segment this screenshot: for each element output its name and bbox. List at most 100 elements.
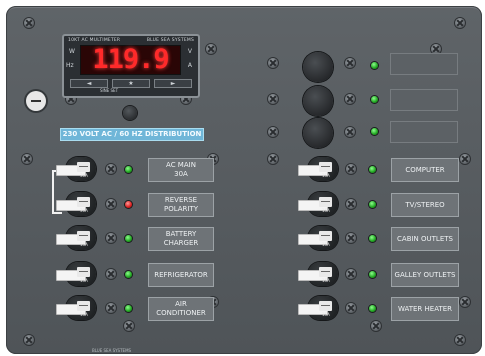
status-led: [125, 305, 132, 312]
circuit-label: AC MAIN 30A: [148, 158, 214, 182]
rotary-knob[interactable]: [303, 52, 333, 82]
circuit-label: TV/STEREO: [391, 193, 459, 217]
status-led: [125, 166, 132, 173]
meter-unit-w: W: [69, 48, 75, 55]
circuit-label: AIR CONDITIONER: [148, 297, 214, 321]
status-led: [125, 235, 132, 242]
circuit-breaker[interactable]: 15A: [298, 192, 348, 216]
panel-screw-icon: [455, 335, 465, 345]
meter-header-right: BLUE SEA SYSTEMS: [146, 38, 194, 43]
circuit-breaker[interactable]: 15A: [56, 262, 106, 286]
meter-right-button[interactable]: ►: [154, 79, 192, 88]
blank-label: [390, 89, 458, 111]
breaker-face: [319, 197, 332, 207]
panel-screw-icon: [22, 154, 32, 164]
breaker-face: [319, 301, 332, 311]
status-led: [125, 201, 132, 208]
panel-screw-icon: [460, 154, 470, 164]
circuit-breaker[interactable]: 15A: [298, 157, 348, 181]
circuit-breaker[interactable]: 30A: [56, 157, 106, 181]
panel-screw-icon: [455, 18, 465, 28]
distribution-label: 230 VOLT AC / 60 HZ DISTRIBUTION: [60, 128, 204, 141]
breaker-screw-icon: [106, 233, 116, 243]
breaker-rating: 15A: [80, 312, 88, 317]
meter-footer: SINE SET: [100, 88, 119, 93]
blank-label: [390, 121, 458, 143]
circuit-label: WATER HEATER: [391, 297, 459, 321]
meter-select-knob[interactable]: [123, 106, 137, 120]
circuit-breaker[interactable]: 15A: [56, 226, 106, 250]
circuit-breaker[interactable]: 15A: [298, 296, 348, 320]
status-led: [371, 128, 378, 135]
reset-button[interactable]: [26, 91, 46, 111]
panel-screw-icon: [345, 127, 355, 137]
panel-screw-icon: [124, 321, 134, 331]
status-led: [371, 62, 378, 69]
breaker-rating: 15A: [322, 242, 330, 247]
panel-screw-icon: [345, 94, 355, 104]
status-led: [369, 271, 376, 278]
panel-screw-icon: [268, 58, 278, 68]
breaker-rating: 15A: [80, 242, 88, 247]
breaker-rating: 15A: [322, 312, 330, 317]
meter-reading: 119.9: [80, 45, 181, 75]
status-led: [371, 96, 378, 103]
status-led: [369, 201, 376, 208]
breaker-face: [319, 267, 332, 277]
panel-screw-icon: [371, 321, 381, 331]
panel-screw-icon: [268, 127, 278, 137]
breaker-face: [77, 301, 90, 311]
meter-select-button[interactable]: ★: [112, 79, 150, 88]
breaker-rating: 15A: [322, 173, 330, 178]
circuit-breaker[interactable]: 15A: [298, 262, 348, 286]
breaker-rating: 15A: [322, 278, 330, 283]
meter-unit-hz: Hz: [66, 62, 74, 69]
status-led: [369, 305, 376, 312]
status-led: [369, 166, 376, 173]
circuit-label: BATTERY CHARGER: [148, 227, 214, 251]
breaker-screw-icon: [346, 199, 356, 209]
panel-screw-icon: [268, 154, 278, 164]
meter-left-button[interactable]: ◄: [70, 79, 108, 88]
breaker-screw-icon: [346, 269, 356, 279]
panel-screw-icon: [345, 58, 355, 68]
breaker-screw-icon: [346, 233, 356, 243]
circuit-label: CABIN OUTLETS: [391, 227, 459, 251]
circuit-label: REVERSE POLARITY: [148, 193, 214, 217]
breaker-rating: 15A: [80, 278, 88, 283]
breaker-face: [77, 197, 90, 207]
circuit-breaker[interactable]: 30A: [56, 192, 106, 216]
panel-screw-icon: [24, 18, 34, 28]
breaker-rating: 30A: [80, 173, 88, 178]
status-led: [125, 271, 132, 278]
ac-multimeter: 10KT AC MULTIMETER BLUE SEA SYSTEMS W Hz…: [62, 34, 200, 98]
panel-screw-icon: [460, 297, 470, 307]
meter-unit-v: V: [187, 48, 192, 55]
blank-label: [390, 53, 458, 75]
breaker-face: [319, 162, 332, 172]
panel-screw-icon: [24, 335, 34, 345]
brand-footer: BLUE SEA SYSTEMS: [92, 348, 132, 353]
circuit-breaker[interactable]: 15A: [298, 226, 348, 250]
meter-unit-a: A: [187, 62, 192, 69]
breaker-face: [319, 231, 332, 241]
breaker-screw-icon: [106, 269, 116, 279]
breaker-screw-icon: [346, 164, 356, 174]
breaker-rating: 30A: [80, 208, 88, 213]
circuit-label: GALLEY OUTLETS: [391, 263, 459, 287]
circuit-label: REFRIGERATOR: [148, 263, 214, 287]
rotary-knob[interactable]: [303, 86, 333, 116]
breaker-screw-icon: [346, 303, 356, 313]
meter-header-left: 10KT AC MULTIMETER: [68, 38, 121, 43]
panel-screw-icon: [206, 44, 216, 54]
panel-screw-icon: [268, 94, 278, 104]
breaker-rating: 15A: [322, 208, 330, 213]
breaker-screw-icon: [106, 303, 116, 313]
breaker-face: [77, 267, 90, 277]
circuit-breaker[interactable]: 15A: [56, 296, 106, 320]
breaker-face: [77, 231, 90, 241]
breaker-screw-icon: [106, 199, 116, 209]
circuit-label: COMPUTER: [391, 158, 459, 182]
breaker-screw-icon: [106, 164, 116, 174]
rotary-knob[interactable]: [303, 118, 333, 148]
